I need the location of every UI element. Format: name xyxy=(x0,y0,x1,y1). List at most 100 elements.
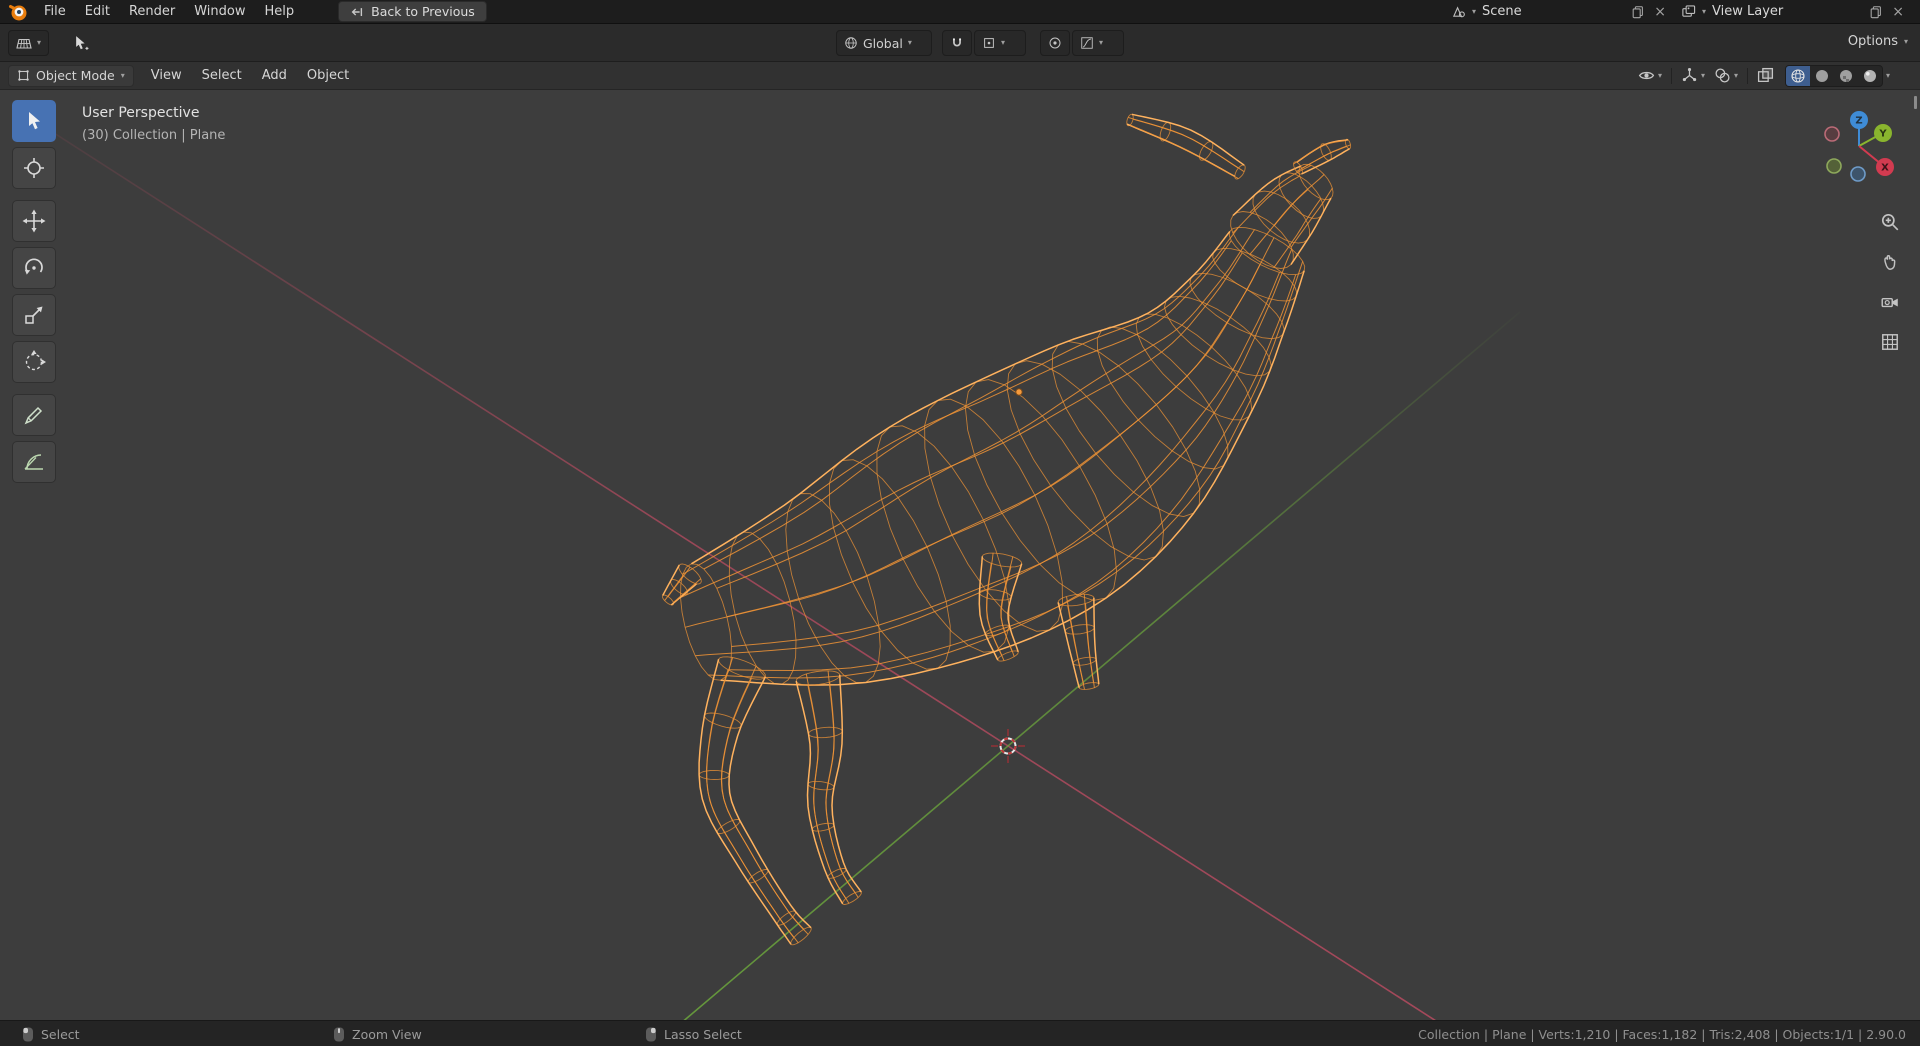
menu-object[interactable]: Object xyxy=(298,65,358,86)
scene-icon xyxy=(1451,4,1466,19)
mode-value: Object Mode xyxy=(36,68,115,83)
tool-measure-button[interactable] xyxy=(12,441,56,483)
mode-dropdown[interactable]: Object Mode ▾ xyxy=(8,64,134,87)
tool-cursor-button[interactable] xyxy=(12,147,56,189)
measure-icon xyxy=(24,454,43,470)
chevron-down-icon[interactable]: ▾ xyxy=(1658,71,1662,80)
snap-target-dropdown[interactable]: ▾ xyxy=(974,30,1026,56)
toggle-ortho-icon[interactable] xyxy=(1876,328,1904,356)
new-view-layer-icon[interactable] xyxy=(1869,5,1883,19)
annotate-pencil-icon xyxy=(24,406,43,425)
menu-view[interactable]: View xyxy=(142,65,191,86)
orientation-globe-icon xyxy=(844,36,858,50)
gizmos-icon[interactable] xyxy=(1681,67,1698,84)
tool-annotate-button[interactable] xyxy=(12,394,56,436)
new-scene-icon[interactable] xyxy=(1631,5,1645,19)
sheep-wireframe[interactable] xyxy=(661,113,1352,946)
chevron-down-icon: ▾ xyxy=(1472,6,1477,16)
tool-rotate-button[interactable] xyxy=(12,247,56,289)
tool-scale-button[interactable] xyxy=(12,294,56,336)
navigation-gizmo[interactable]: Z Y X xyxy=(1817,104,1901,188)
object-mode-icon xyxy=(17,69,30,82)
back-to-previous-button[interactable]: Back to Previous xyxy=(338,1,487,22)
camera-view-icon[interactable] xyxy=(1876,288,1904,316)
menu-window[interactable]: Window xyxy=(185,1,254,22)
world-axis-lines xyxy=(39,123,1521,1046)
view-layer-selector[interactable]: ▾ View Layer × xyxy=(1676,4,1912,19)
tool-transform-button[interactable] xyxy=(12,341,56,383)
menu-add[interactable]: Add xyxy=(253,65,296,86)
shading-rendered-icon[interactable] xyxy=(1858,66,1882,86)
show-object-types-eye-icon[interactable] xyxy=(1638,67,1655,84)
view-layer-name: View Layer xyxy=(1712,4,1784,19)
remove-view-layer-icon[interactable]: × xyxy=(1889,5,1907,19)
chevron-down-icon: ▾ xyxy=(1099,38,1104,47)
pan-hand-icon[interactable] xyxy=(1876,248,1904,276)
gizmo-z-neg-axis[interactable] xyxy=(1850,166,1866,182)
chevron-down-icon: ▾ xyxy=(37,38,42,47)
shading-wireframe-icon[interactable] xyxy=(1785,65,1810,86)
gizmo-y-neg-axis[interactable] xyxy=(1826,158,1842,174)
viewport-nav-buttons xyxy=(1876,208,1904,356)
overlays-icon[interactable] xyxy=(1714,67,1731,84)
mouse-hint-select: Select xyxy=(22,1021,80,1046)
rotate-icon xyxy=(24,258,43,275)
transform-orientation-dropdown[interactable]: Global ▾ xyxy=(836,30,932,56)
separator xyxy=(1746,67,1748,84)
editor-type-button[interactable]: ▾ xyxy=(8,30,50,56)
snap-toggle-button[interactable] xyxy=(942,30,972,56)
zoom-icon[interactable] xyxy=(1876,208,1904,236)
object-origin-dot xyxy=(1015,388,1023,396)
options-dropdown[interactable]: Options ▾ xyxy=(1848,34,1908,49)
chevron-down-icon: ▾ xyxy=(1702,6,1707,16)
gizmo-x-neg-axis[interactable] xyxy=(1824,126,1840,142)
tool-select-box-button[interactable] xyxy=(12,100,56,142)
menu-help[interactable]: Help xyxy=(256,1,304,22)
scene-selector[interactable]: ▾ Scene × xyxy=(1446,4,1674,19)
chevron-down-icon[interactable]: ▾ xyxy=(1734,71,1738,80)
svg-text:Z: Z xyxy=(1855,116,1862,127)
tool-shelf xyxy=(12,100,56,488)
orientation-value: Global xyxy=(863,35,903,51)
shading-mode-group xyxy=(1784,64,1883,87)
falloff-curve-icon xyxy=(1080,36,1094,50)
transform-icon xyxy=(25,350,46,371)
proportional-editing-toggle[interactable] xyxy=(1040,30,1070,56)
separator xyxy=(1670,67,1672,84)
xray-toggle-icon[interactable] xyxy=(1757,67,1774,84)
unlink-scene-icon[interactable]: × xyxy=(1651,5,1669,19)
shading-solid-icon[interactable] xyxy=(1810,66,1834,86)
svg-text:Y: Y xyxy=(1878,129,1887,140)
scene-statistics: Collection | Plane | Verts:1,210 | Faces… xyxy=(1418,1026,1906,1042)
tool-move-button[interactable] xyxy=(12,200,56,242)
blender-window: User Perspective (30) Collection | Plane… xyxy=(0,0,1920,1046)
viewport-info: User Perspective (30) Collection | Plane xyxy=(82,102,225,147)
blender-logo-icon[interactable] xyxy=(8,2,28,22)
region-resize-widget[interactable] xyxy=(1914,96,1917,109)
editor-3d-viewport-icon xyxy=(16,35,32,51)
back-arrow-icon xyxy=(350,5,364,19)
proportional-falloff-dropdown[interactable]: ▾ xyxy=(1072,30,1124,56)
chevron-down-icon: ▾ xyxy=(120,70,125,80)
mouse-right-icon xyxy=(646,1027,656,1041)
move-icon xyxy=(22,209,46,233)
menu-edit[interactable]: Edit xyxy=(76,1,119,22)
viewport-header: Object Mode ▾ View Select Add Object ▾ ▾ xyxy=(0,62,1920,90)
shading-material-icon[interactable] xyxy=(1834,66,1858,86)
mouse-hint-zoom: Zoom View xyxy=(333,1021,422,1046)
view-layer-icon xyxy=(1681,4,1696,19)
mouse-middle-icon xyxy=(334,1027,344,1041)
chevron-down-icon[interactable]: ▾ xyxy=(1701,71,1705,80)
tool-settings-bar: ▾ Global ▾ ▾ ▾ Options ▾ xyxy=(0,24,1920,62)
snap-magnet-icon xyxy=(950,36,964,50)
menu-select[interactable]: Select xyxy=(193,65,251,86)
menu-render[interactable]: Render xyxy=(120,1,184,22)
scale-icon xyxy=(25,306,43,324)
chevron-down-icon[interactable]: ▾ xyxy=(1886,71,1890,80)
menu-file[interactable]: File xyxy=(35,1,75,22)
proportional-editing-icon xyxy=(1048,36,1062,50)
viewport-3d[interactable] xyxy=(0,0,1920,1046)
chevron-down-icon: ▾ xyxy=(1001,38,1006,47)
view-perspective-label: User Perspective xyxy=(82,105,200,121)
chevron-down-icon: ▾ xyxy=(1903,36,1908,46)
